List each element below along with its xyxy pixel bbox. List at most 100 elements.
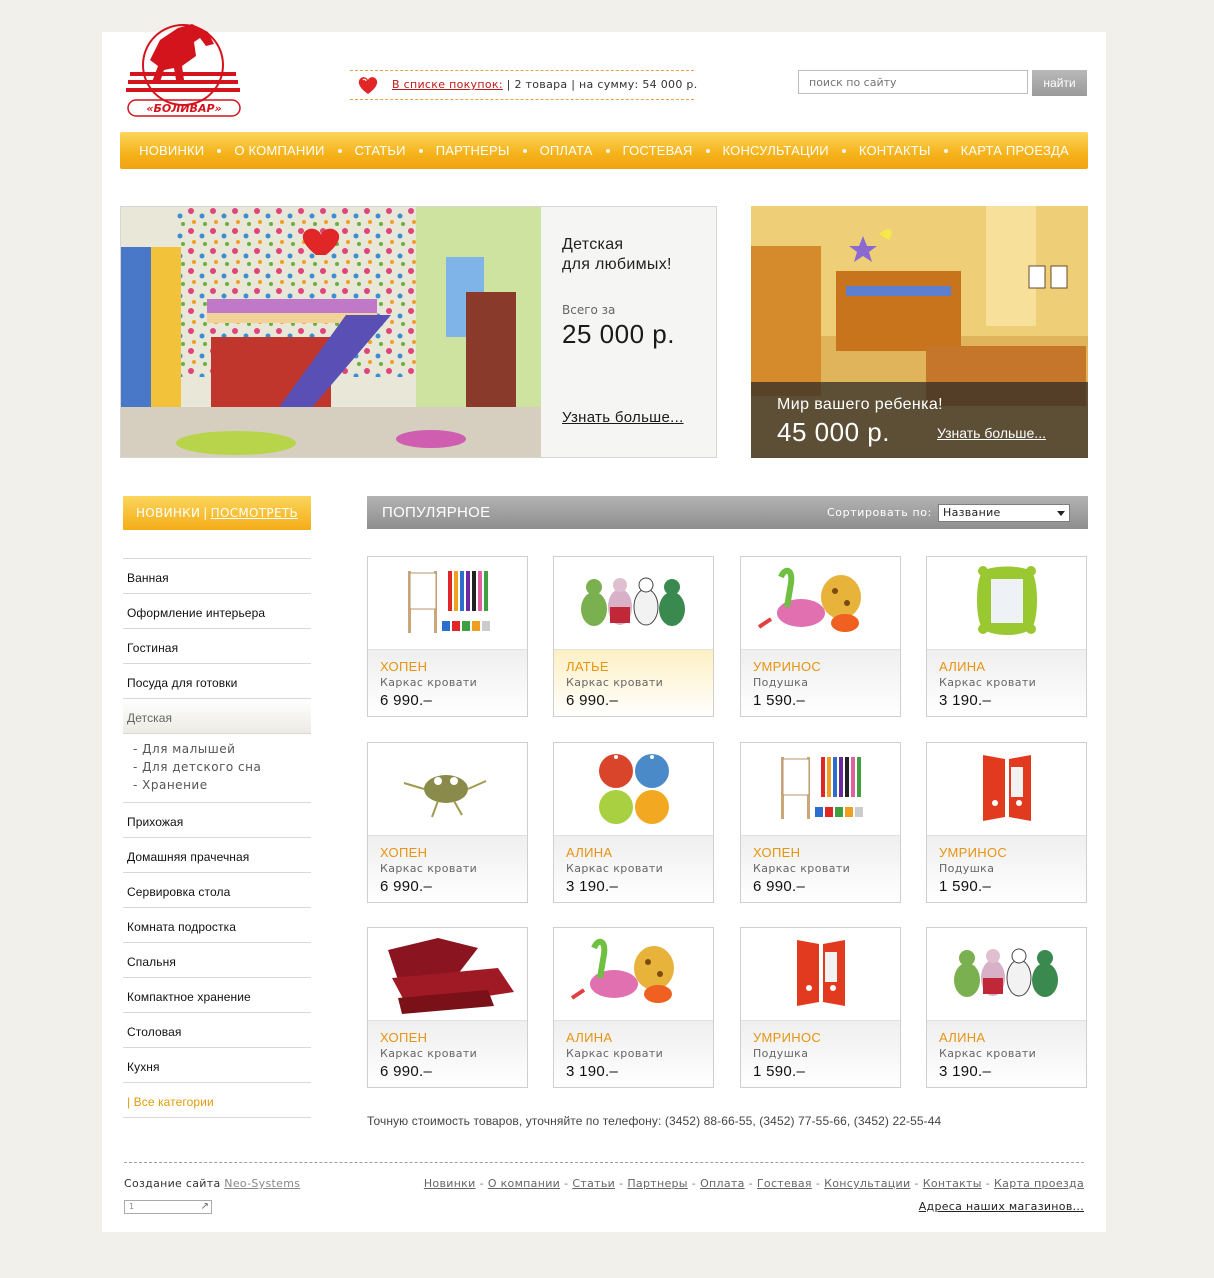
category-teen-room[interactable]: Комната подростка	[123, 907, 311, 942]
new-items-separator: |	[203, 506, 208, 520]
product-name[interactable]: Хопен	[753, 845, 800, 860]
category-living-room[interactable]: Гостиная	[123, 628, 311, 663]
frog-toy-icon[interactable]	[368, 743, 527, 836]
toy-animals-icon[interactable]	[927, 928, 1086, 1021]
nav-item-about[interactable]: О компании	[221, 143, 337, 158]
product-name[interactable]: Умринос	[753, 1030, 821, 1045]
product-card[interactable]: Умринос Подушка 1 590.–	[926, 742, 1087, 903]
cart-link[interactable]: В списке покупок:	[392, 78, 503, 91]
product-name[interactable]: Алина	[939, 659, 985, 674]
promo-banner-kids-room[interactable]: Детская для любимых! Всего за 25 000 р. …	[120, 206, 717, 458]
product-card[interactable]: Хопен Каркас кровати 6 990.–	[367, 927, 528, 1088]
footer-separator: -	[619, 1177, 624, 1190]
plush-toys-icon[interactable]	[554, 928, 713, 1021]
sort-select[interactable]: Название	[938, 504, 1070, 522]
category-interior[interactable]: Оформление интерьера	[123, 593, 311, 628]
nav-separator	[418, 148, 423, 153]
banner-text-panel: Детская для любимых! Всего за 25 000 р. …	[541, 207, 716, 457]
search-button[interactable]: найти	[1032, 70, 1087, 96]
product-price: 3 190.–	[939, 1063, 992, 1080]
red-pillows-icon[interactable]	[368, 928, 527, 1021]
category-kids-room[interactable]: Детская	[123, 698, 311, 733]
product-name[interactable]: Алина	[566, 845, 612, 860]
category-bedroom[interactable]: Спальня	[123, 942, 311, 977]
product-name[interactable]: Хопен	[380, 1030, 427, 1045]
bolivar-logo[interactable]: «БОЛИВАР»	[120, 10, 246, 120]
subcategory-storage[interactable]: - Хранение	[133, 776, 311, 794]
product-type: Каркас кровати	[566, 676, 664, 689]
product-card[interactable]: Алина Каркас кровати 3 190.–	[926, 927, 1087, 1088]
category-bathroom[interactable]: Ванная	[123, 558, 311, 593]
toy-animals-icon[interactable]	[554, 557, 713, 650]
product-name[interactable]: Алина	[939, 1030, 985, 1045]
category-compact-storage[interactable]: Компактное хранение	[123, 977, 311, 1012]
footer-link-payment[interactable]: Оплата	[700, 1177, 745, 1190]
product-card[interactable]: Алина Каркас кровати 3 190.–	[553, 927, 714, 1088]
product-price: 6 990.–	[380, 1063, 433, 1080]
nav-item-articles[interactable]: Статьи	[342, 143, 419, 158]
product-name[interactable]: Хопен	[380, 659, 427, 674]
product-card[interactable]: Умринос Подушка 1 590.–	[740, 927, 901, 1088]
store-addresses-link[interactable]: Адреса наших магазинов...	[919, 1200, 1084, 1213]
subcategory-babies[interactable]: - Для малышей	[133, 740, 311, 758]
nav-item-contacts[interactable]: Контакты	[846, 143, 944, 158]
cart-summary: В списке покупок: | 2 товара | на сумму:…	[350, 70, 697, 100]
product-name[interactable]: Алина	[566, 1030, 612, 1045]
nav-item-new[interactable]: Новинки	[126, 143, 217, 158]
product-card[interactable]: Латье Каркас кровати 6 990.–	[553, 556, 714, 717]
red-cabinet-icon[interactable]	[741, 928, 900, 1021]
credit-link[interactable]: Neo-Systems	[224, 1177, 300, 1190]
plush-toys-icon[interactable]	[741, 557, 900, 650]
search-input[interactable]	[798, 70, 1028, 94]
product-type: Каркас кровати	[380, 862, 478, 875]
kids-room-photo	[121, 207, 541, 457]
category-kitchen[interactable]: Кухня	[123, 1047, 311, 1082]
banner2-more-link[interactable]: Узнать больше...	[937, 425, 1046, 441]
easel-markers-icon[interactable]	[741, 743, 900, 836]
product-card[interactable]: Умринос Подушка 1 590.–	[740, 556, 901, 717]
promo-banner-child-world[interactable]: Мир вашего ребенка! 45 000 р. Узнать бол…	[751, 206, 1088, 458]
popular-title: Популярное	[382, 504, 491, 521]
easel-markers-icon[interactable]	[368, 557, 527, 650]
product-card[interactable]: Хопен Каркас кровати 6 990.–	[740, 742, 901, 903]
nav-item-guestbook[interactable]: Гостевая	[610, 143, 706, 158]
visit-counter[interactable]: 1 ↗	[124, 1200, 212, 1214]
product-card[interactable]: Алина Каркас кровати 3 190.–	[553, 742, 714, 903]
nav-item-map[interactable]: Карта проезда	[948, 143, 1082, 158]
green-mirror-icon[interactable]	[927, 557, 1086, 650]
footer-link-map[interactable]: Карта проезда	[994, 1177, 1084, 1190]
category-laundry[interactable]: Домашняя прачечная	[123, 837, 311, 872]
nav-item-consultations[interactable]: Консультации	[710, 143, 842, 158]
cart-sep-2: |	[567, 78, 580, 91]
product-card[interactable]: Хопен Каркас кровати 6 990.–	[367, 556, 528, 717]
category-cookware[interactable]: Посуда для готовки	[123, 663, 311, 698]
footer-link-contacts[interactable]: Контакты	[923, 1177, 982, 1190]
footer-link-new[interactable]: Новинки	[424, 1177, 476, 1190]
product-type: Каркас кровати	[380, 676, 478, 689]
banner-more-link[interactable]: Узнать больше...	[562, 409, 684, 426]
nav-item-partners[interactable]: Партнеры	[423, 143, 523, 158]
category-dining-room[interactable]: Столовая	[123, 1012, 311, 1047]
subcategory-sleep[interactable]: - Для детского сна	[133, 758, 311, 776]
product-name[interactable]: Хопен	[380, 845, 427, 860]
color-circles-icon[interactable]	[554, 743, 713, 836]
product-card[interactable]: Хопен Каркас кровати 6 990.–	[367, 742, 528, 903]
footer-link-about[interactable]: О компании	[488, 1177, 560, 1190]
new-items-button[interactable]: Новинки | Посмотреть	[123, 496, 311, 530]
product-name[interactable]: Умринос	[753, 659, 821, 674]
footer-link-partners[interactable]: Партнеры	[627, 1177, 687, 1190]
nav-item-payment[interactable]: Оплата	[527, 143, 606, 158]
footer-link-consultations[interactable]: Консультации	[824, 1177, 910, 1190]
footer-link-guestbook[interactable]: Гостевая	[757, 1177, 812, 1190]
view-new-link[interactable]: Посмотреть	[211, 506, 298, 520]
product-name[interactable]: Умринос	[939, 845, 1007, 860]
product-name[interactable]: Латье	[566, 659, 609, 674]
footer-link-articles[interactable]: Статьи	[572, 1177, 615, 1190]
product-info: Хопен Каркас кровати 6 990.–	[741, 836, 900, 902]
product-card[interactable]: Алина Каркас кровати 3 190.–	[926, 556, 1087, 717]
category-all[interactable]: | Все категории	[123, 1082, 311, 1117]
category-table-setting[interactable]: Сервировка стола	[123, 872, 311, 907]
category-hallway[interactable]: Прихожая	[123, 802, 311, 837]
red-cabinet-icon[interactable]	[927, 743, 1086, 836]
product-price: 1 590.–	[939, 878, 992, 895]
